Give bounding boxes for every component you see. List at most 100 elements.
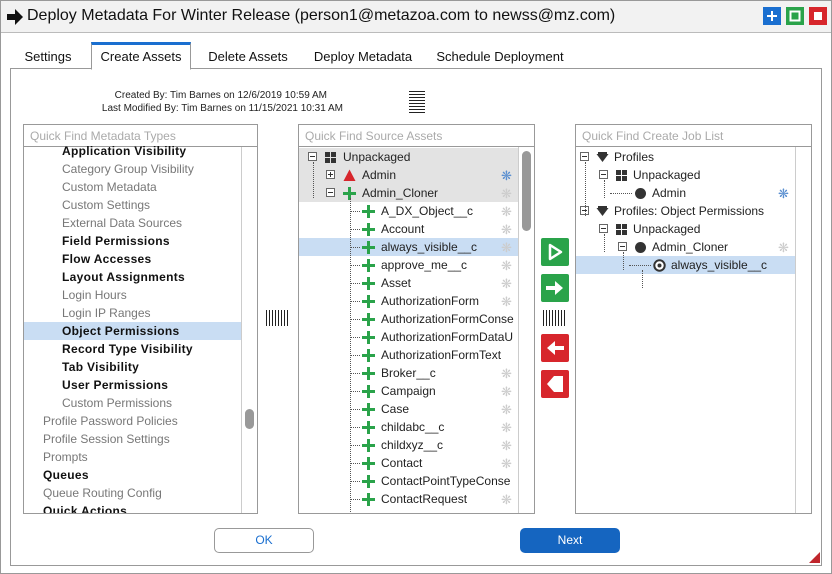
metadata-type-item[interactable]: Profile Password Policies [24, 412, 242, 430]
metadata-type-item[interactable]: Tab Visibility [24, 358, 242, 376]
metadata-type-item[interactable]: Custom Permissions [24, 394, 242, 412]
job-list-scrollbar[interactable] [795, 147, 811, 513]
tab-deploy-metadata[interactable]: Deploy Metadata [308, 42, 418, 69]
job-list-search-input[interactable] [582, 129, 805, 143]
source-asset-row[interactable]: childabc__c ❋ [299, 418, 518, 436]
metadata-type-item[interactable]: User Permissions [24, 376, 242, 394]
source-assets-search[interactable] [299, 125, 534, 147]
add-children-button[interactable] [541, 238, 569, 266]
collapse-toggle-icon[interactable] [326, 188, 335, 197]
title-bar[interactable]: Deploy Metadata For Winter Release (pers… [1, 1, 831, 33]
job-list-row[interactable]: Profiles [576, 148, 795, 166]
collapse-toggle-icon[interactable] [308, 152, 317, 161]
job-list-row[interactable]: Unpackaged [576, 166, 795, 184]
tree-connector [610, 193, 632, 194]
metadata-type-item[interactable]: Login IP Ranges [24, 304, 242, 322]
metadata-type-item[interactable]: External Data Sources [24, 214, 242, 232]
splitter-vertical-right-icon[interactable] [542, 310, 568, 326]
source-asset-row[interactable]: always_visible__c ❋ [299, 238, 518, 256]
metadata-type-item[interactable]: Queue Routing Config [24, 484, 242, 502]
metadata-type-label: Application Visibility [62, 144, 187, 158]
ok-button[interactable]: OK [214, 528, 314, 553]
source-assets-scrollbar[interactable] [518, 147, 534, 513]
source-asset-row[interactable]: childxyz__c ❋ [299, 436, 518, 454]
source-asset-row[interactable]: Admin ❋ [299, 166, 518, 184]
source-asset-label: Admin [362, 168, 397, 182]
metadata-type-item[interactable]: Layout Assignments [24, 268, 242, 286]
metadata-type-label: Custom Metadata [62, 180, 157, 194]
source-asset-row[interactable]: AuthorizationFormDataU [299, 328, 518, 346]
plus-icon [767, 11, 777, 21]
metadata-type-item[interactable]: Profile Session Settings [24, 430, 242, 448]
job-list-row[interactable]: Unpackaged [576, 220, 795, 238]
metadata-type-item[interactable]: Application Visibility [24, 142, 242, 160]
metadata-type-item[interactable]: Record Type Visibility [24, 340, 242, 358]
source-asset-row[interactable]: AuthorizationForm ❋ [299, 292, 518, 310]
source-asset-row[interactable]: Case ❋ [299, 400, 518, 418]
metadata-type-item[interactable]: Queues [24, 466, 242, 484]
source-asset-row[interactable]: Contact ❋ [299, 454, 518, 472]
source-asset-label: Asset [381, 276, 412, 290]
metadata-types-search-input[interactable] [30, 129, 251, 143]
tab-create-assets[interactable]: Create Assets [91, 42, 191, 70]
source-asset-row[interactable]: AuthorizationFormConse [299, 310, 518, 328]
source-asset-label: Broker__c [381, 366, 436, 380]
tree-connector [604, 234, 605, 252]
metadata-type-item[interactable]: Category Group Visibility [24, 160, 242, 178]
remove-all-button[interactable] [541, 370, 569, 398]
source-asset-row[interactable]: ContactPointTypeConse [299, 472, 518, 490]
tree-connector [350, 198, 351, 513]
metadata-type-item[interactable]: Custom Metadata [24, 178, 242, 196]
metadata-types-scrollbar[interactable] [241, 147, 257, 513]
job-list-row[interactable]: Admin_Cloner ❋ [576, 238, 795, 256]
source-assets-search-input[interactable] [305, 129, 528, 143]
metadata-type-label: Tab Visibility [62, 360, 140, 374]
add-button[interactable] [541, 274, 569, 302]
tab-settings[interactable]: Settings [16, 42, 80, 69]
tree-row-root[interactable]: Unpackaged [299, 148, 518, 166]
collapse-toggle-icon[interactable] [599, 170, 608, 179]
metadata-type-item[interactable]: Flow Accesses [24, 250, 242, 268]
source-asset-row[interactable]: Account ❋ [299, 220, 518, 238]
source-asset-row[interactable]: ContactRequest ❋ [299, 490, 518, 508]
metadata-types-scroll-thumb[interactable] [245, 409, 254, 429]
source-assets-panel: UnpackagedAdmin❋Admin_Cloner❋A_DX_Object… [298, 124, 535, 514]
maximize-button[interactable] [763, 7, 781, 25]
resize-grip[interactable] [809, 552, 820, 563]
source-asset-row[interactable]: Asset ❋ [299, 274, 518, 292]
collapse-toggle-icon[interactable] [618, 242, 627, 251]
expand-toggle-icon[interactable] [326, 170, 335, 179]
collapse-toggle-icon[interactable] [580, 152, 589, 161]
source-asset-row[interactable]: Admin_Cloner ❋ [299, 184, 518, 202]
metadata-type-item[interactable]: Quick Actions [24, 502, 242, 513]
metadata-types-panel: Application Visibility Category Group Vis… [23, 124, 258, 514]
source-assets-scroll-thumb[interactable] [522, 151, 531, 231]
metadata-type-item[interactable]: Field Permissions [24, 232, 242, 250]
source-asset-row[interactable]: Campaign ❋ [299, 382, 518, 400]
source-asset-row[interactable]: Broker__c ❋ [299, 364, 518, 382]
source-asset-row[interactable]: approve_me__c ❋ [299, 256, 518, 274]
splitter-horizontal-icon[interactable] [409, 90, 425, 114]
next-button[interactable]: Next [520, 528, 620, 553]
source-asset-label: AuthorizationFormConse [381, 312, 514, 326]
job-list-row[interactable]: Profiles: Object Permissions [576, 202, 795, 220]
metadata-type-item[interactable]: Custom Settings [24, 196, 242, 214]
source-asset-row[interactable]: AuthorizationFormText [299, 346, 518, 364]
metadata-type-item[interactable]: Prompts [24, 448, 242, 466]
tree-connector [629, 265, 651, 266]
job-list-row[interactable]: always_visible__c [576, 256, 795, 274]
splitter-vertical-left-icon[interactable] [265, 310, 291, 326]
restore-button[interactable] [786, 7, 804, 25]
tab-delete-assets[interactable]: Delete Assets [200, 42, 296, 69]
source-asset-row[interactable]: A_DX_Object__c ❋ [299, 202, 518, 220]
metadata-type-item[interactable]: Object Permissions [24, 322, 242, 340]
close-button[interactable] [809, 7, 827, 25]
job-list-search[interactable] [576, 125, 811, 147]
remove-button[interactable] [541, 334, 569, 362]
tab-schedule-deployment[interactable]: Schedule Deployment [430, 42, 570, 69]
plus-icon [362, 403, 375, 416]
collapse-toggle-icon[interactable] [599, 224, 608, 233]
metadata-type-item[interactable]: Login Hours [24, 286, 242, 304]
warning-icon [343, 169, 356, 181]
job-list-row[interactable]: Admin ❋ [576, 184, 795, 202]
